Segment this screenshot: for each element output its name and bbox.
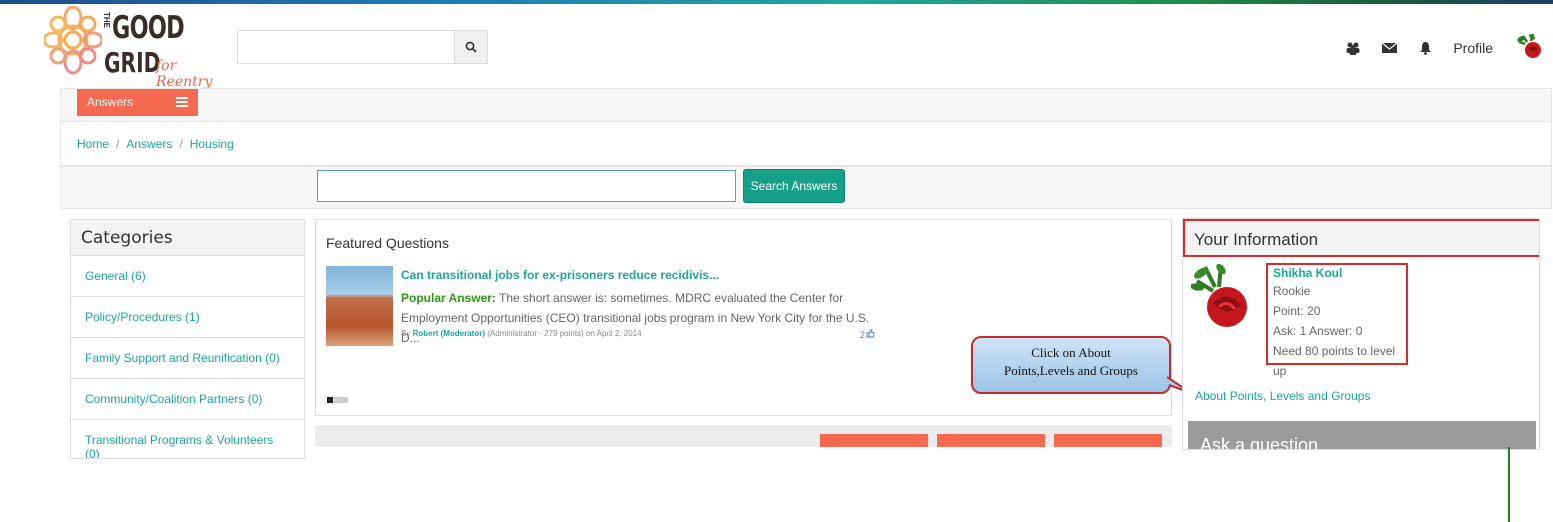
category-item-family-support[interactable]: Family Support and Reunification (0) xyxy=(71,338,304,379)
flower-logo-icon xyxy=(44,6,102,75)
breadcrumb-answers[interactable]: Answers xyxy=(126,137,172,151)
search-answers-button[interactable]: Search Answers xyxy=(743,169,845,203)
breadcrumb-housing[interactable]: Housing xyxy=(190,137,234,151)
site-search-button[interactable] xyxy=(454,31,487,63)
user-points: Point: 20 xyxy=(1273,304,1321,318)
site-search-input[interactable] xyxy=(238,31,448,61)
action-button-2[interactable] xyxy=(937,434,1045,447)
breadcrumb: Home / Answers / Housing xyxy=(60,122,1552,166)
category-item-general[interactable]: General (6) xyxy=(71,256,304,297)
featured-question-image[interactable] xyxy=(326,266,393,346)
site-search-box xyxy=(237,30,488,64)
author-link[interactable]: Robert (Moderator) xyxy=(413,329,485,338)
header-actions: Profile xyxy=(1345,30,1553,66)
user-avatar[interactable] xyxy=(1190,261,1251,333)
category-item-transitional[interactable]: Transitional Programs & Volunteers (0) xyxy=(71,420,304,458)
featured-meta: By Robert (Moderator) (Administrator - 2… xyxy=(401,329,642,338)
category-item-policy[interactable]: Policy/Procedures (1) xyxy=(71,297,304,338)
carousel-pager[interactable] xyxy=(327,397,349,403)
ask-question-box[interactable]: Ask a question xyxy=(1188,421,1536,449)
popular-answer-label: Popular Answer: xyxy=(401,291,496,305)
question-actions-bar xyxy=(315,425,1172,447)
answers-menu-button[interactable]: Answers xyxy=(77,89,198,116)
user-level-up-need: Need 80 points to level up xyxy=(1273,344,1396,378)
user-ask-answer: Ask: 1 Answer: 0 xyxy=(1273,324,1363,338)
your-information-title: Your Information xyxy=(1183,219,1539,257)
user-stats-box: Shikha Koul Rookie Point: 20 Ask: 1 Answ… xyxy=(1266,263,1408,378)
answers-search-strip: Search Answers xyxy=(60,166,1552,209)
nav-strip: Answers xyxy=(60,88,1552,122)
envelope-icon[interactable] xyxy=(1381,40,1397,56)
user-avatar-small[interactable] xyxy=(1513,32,1545,64)
site-logo[interactable]: THE GOOD GRID for Reentry xyxy=(44,6,229,90)
about-points-link[interactable]: About Points, Levels and Groups xyxy=(1195,389,1370,403)
action-button-3[interactable] xyxy=(1054,434,1162,447)
logo-the-text: THE xyxy=(102,12,111,28)
category-item-community[interactable]: Community/Coalition Partners (0) xyxy=(71,379,304,420)
user-level: Rookie xyxy=(1273,284,1311,298)
logo-tagline: for Reentry xyxy=(156,58,213,90)
categories-title: Categories xyxy=(71,220,304,256)
profile-link[interactable]: Profile xyxy=(1453,40,1493,56)
tutorial-callout: Click on About Points,Levels and Groups xyxy=(971,336,1171,394)
bell-icon[interactable] xyxy=(1417,40,1433,56)
vertical-divider xyxy=(1508,447,1510,522)
action-button-1[interactable] xyxy=(820,434,928,447)
thumbs-up-icon xyxy=(866,329,875,338)
logo-good-text: GOOD xyxy=(112,10,185,46)
featured-question-link[interactable]: Can transitional jobs for ex-prisoners r… xyxy=(401,268,719,282)
like-count[interactable]: 2 xyxy=(860,329,875,340)
top-gradient-bar xyxy=(0,0,1553,4)
answers-tab-label: Answers xyxy=(87,95,134,109)
user-name-link[interactable]: Shikha Koul xyxy=(1273,265,1401,281)
hamburger-menu-icon xyxy=(176,97,188,107)
featured-answer-excerpt: Popular Answer: The short answer is: som… xyxy=(401,288,871,348)
your-information-panel: Your Information Shikha Koul Rookie Poin… xyxy=(1182,218,1540,450)
featured-title: Featured Questions xyxy=(326,235,449,251)
logo-grid-text: GRID xyxy=(104,46,161,79)
categories-panel: Categories General (6) Policy/Procedures… xyxy=(70,219,305,459)
answers-search-input[interactable] xyxy=(317,170,736,202)
breadcrumb-home[interactable]: Home xyxy=(77,137,109,151)
groups-icon[interactable] xyxy=(1345,40,1361,56)
search-icon xyxy=(465,41,477,53)
